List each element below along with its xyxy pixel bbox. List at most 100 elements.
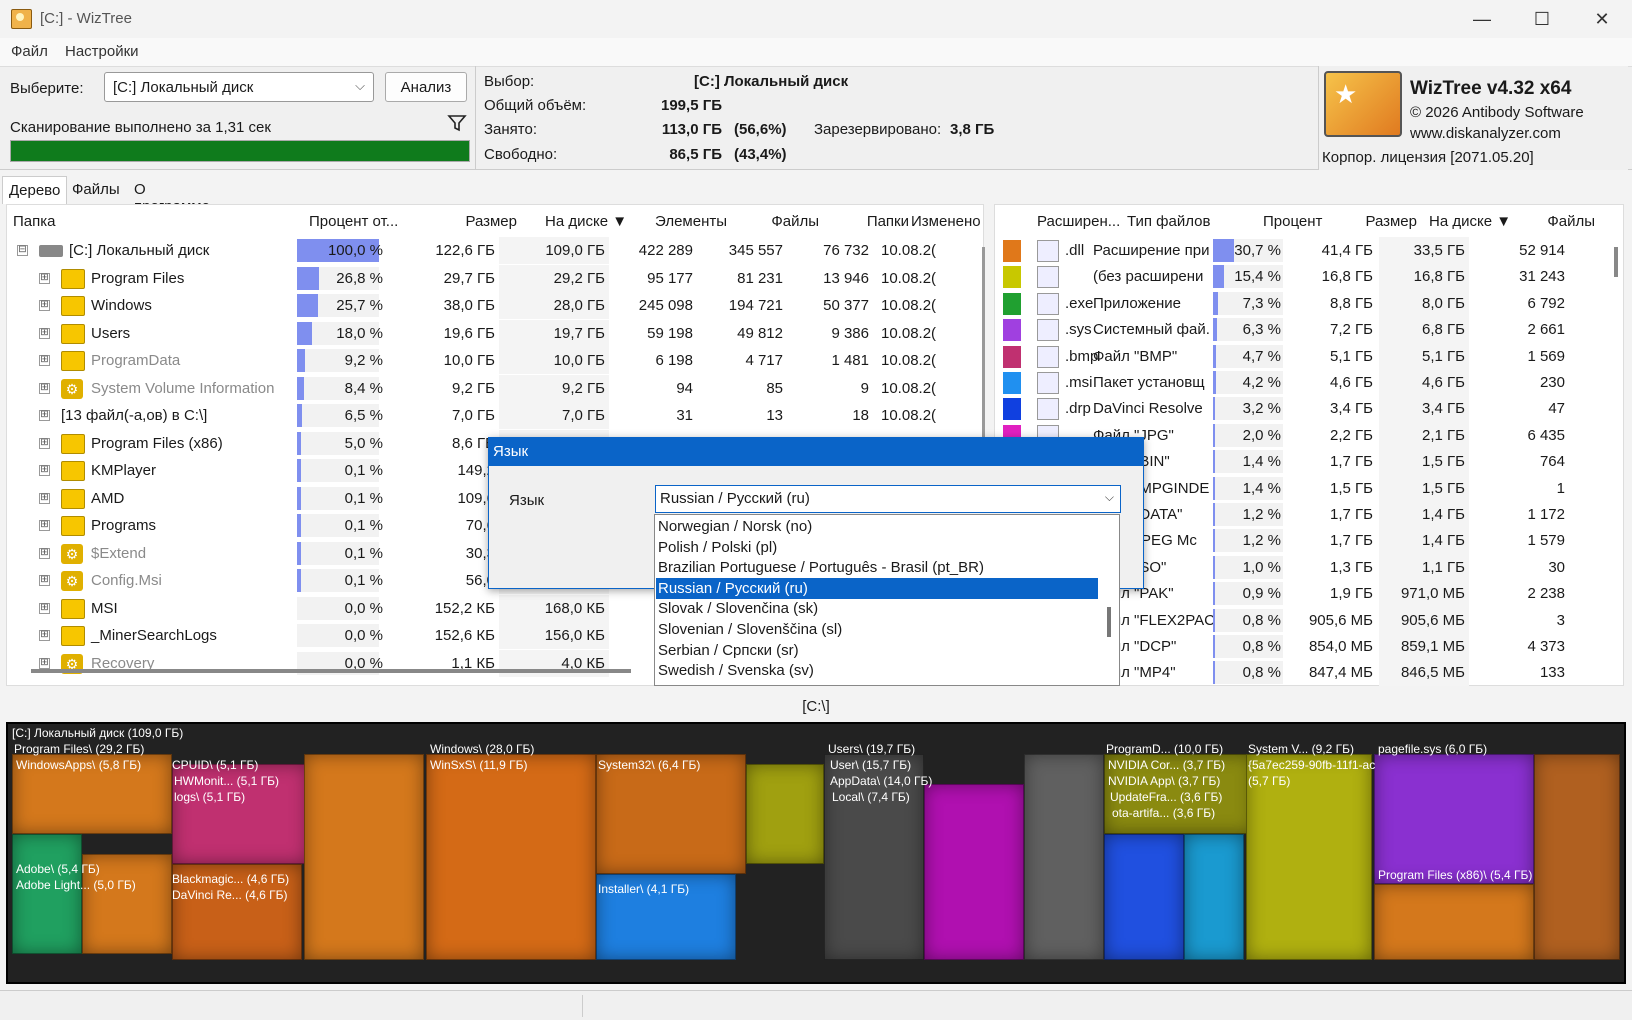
treemap-block[interactable] xyxy=(924,784,1024,960)
expand-icon[interactable]: ⊞ xyxy=(39,547,50,559)
expand-icon[interactable]: ⊞ xyxy=(39,465,50,476)
filter-button[interactable] xyxy=(444,110,470,136)
size-value: 5,1 ГБ xyxy=(1330,347,1373,365)
language-select[interactable]: Russian / Русский (ru) ⌵ xyxy=(655,485,1121,513)
table-row[interactable]: .msi Пакет установщ 4,2 % 4,6 ГБ 4,6 ГБ 230 xyxy=(995,369,1615,396)
table-row[interactable]: (без расширени 15,4 % 16,8 ГБ 16,8 ГБ 31 243 xyxy=(995,263,1615,291)
table-row[interactable]: ⊟ [C:] Локальный диск 100,0 % 122,6 ГБ 109,0… xyxy=(7,237,985,264)
expand-icon[interactable]: ⊟ xyxy=(17,245,28,256)
col-ext-on-disk[interactable]: На диске ▼ xyxy=(1429,213,1511,230)
treemap-block[interactable] xyxy=(426,754,596,960)
table-row[interactable]: ⊞ Users 18,0 % 19,6 ГБ 19,7 ГБ 59 198 49 812 9 … xyxy=(7,319,985,347)
analyze-button[interactable]: Анализ xyxy=(385,72,467,102)
treemap-view[interactable]: [C:] Локальный диск (109,0 ГБ) Program Fi… xyxy=(6,722,1626,984)
col-files[interactable]: Файлы xyxy=(727,213,819,230)
table-row[interactable]: .sys Системный фай. 6,3 % 7,2 ГБ 6,8 ГБ 2 661 xyxy=(995,316,1615,344)
treemap-block[interactable] xyxy=(746,764,824,864)
treemap-block[interactable] xyxy=(1534,754,1620,960)
table-row[interactable]: ⊞ Program Files 26,8 % 29,7 ГБ 29,2 ГБ 95 177… xyxy=(7,264,985,292)
table-row[interactable]: ⊞ Windows 25,7 % 38,0 ГБ 28,0 ГБ 245 098 194 7… xyxy=(7,292,985,319)
expand-icon[interactable]: ⊞ xyxy=(39,382,50,394)
col-size[interactable]: Размер xyxy=(425,213,517,230)
language-option[interactable]: Slovenian / Slovenščina (sl) xyxy=(656,619,1098,640)
expand-icon[interactable]: ⊞ xyxy=(39,520,50,531)
language-option[interactable]: Norwegian / Norsk (no) xyxy=(656,516,1098,537)
table-row[interactable]: ⊞ ⚙ System Volume Information 8,4 % 9,2 ГБ 9,… xyxy=(7,374,985,402)
treemap-block[interactable] xyxy=(1374,884,1534,960)
col-extension[interactable]: Расширен... xyxy=(1037,213,1120,230)
percent-value: 0,8 % xyxy=(1242,611,1281,629)
menu-file[interactable]: Файл xyxy=(11,43,48,60)
maximize-button[interactable]: ☐ xyxy=(1512,0,1572,38)
close-button[interactable]: ✕ xyxy=(1572,0,1632,38)
language-option[interactable]: Swedish / Svenska (sv) xyxy=(656,660,1098,681)
expand-icon[interactable]: ⊞ xyxy=(39,657,50,669)
table-row[interactable]: ⊞ ProgramData 9,2 % 10,0 ГБ 10,0 ГБ 6 198 4 71… xyxy=(7,347,985,374)
table-row[interactable]: ⊞ [13 файл(-а,ов) в C:\] 6,5 % 7,0 ГБ 7,0 ГБ… xyxy=(7,402,985,429)
ext-scrollbar[interactable] xyxy=(1614,247,1618,277)
expand-icon[interactable]: ⊞ xyxy=(39,272,50,284)
treemap-label: User\ (15,7 ГБ) xyxy=(830,758,912,772)
col-on-disk[interactable]: На диске ▼ xyxy=(545,213,627,230)
size-value: 152,6 КБ xyxy=(434,627,495,644)
wiztree-logo-icon[interactable] xyxy=(1324,71,1402,137)
treemap-block[interactable] xyxy=(12,834,82,954)
minimize-button[interactable]: — xyxy=(1452,0,1512,38)
file-type: DaVinci Resolve xyxy=(1093,400,1203,418)
files-value: 230 xyxy=(1539,374,1565,391)
treemap-block[interactable] xyxy=(1184,834,1244,960)
tab-tree[interactable]: Дерево xyxy=(2,176,68,204)
treemap-block[interactable] xyxy=(1024,754,1104,960)
table-row[interactable]: .dll Расширение при 30,7 % 41,4 ГБ 33,5 ГБ 52… xyxy=(995,237,1615,264)
treemap-block[interactable] xyxy=(596,754,746,874)
file-type: Пакет установщ xyxy=(1093,374,1205,391)
language-option[interactable]: Serbian / Српски (sr) xyxy=(656,640,1098,661)
language-option[interactable]: Slovak / Slovenčina (sk) xyxy=(656,598,1098,619)
color-swatch xyxy=(1003,266,1021,289)
status-bar xyxy=(0,990,1632,1020)
col-modified[interactable]: Изменено xyxy=(911,213,981,230)
expand-icon[interactable]: ⊞ xyxy=(39,630,50,641)
col-ext-size[interactable]: Размер xyxy=(1335,213,1417,230)
expand-icon[interactable]: ⊞ xyxy=(39,602,50,614)
table-row[interactable]: .bmp Файл "BMP" 4,7 % 5,1 ГБ 5,1 ГБ 1 569 xyxy=(995,342,1615,370)
tab-files[interactable]: Файлы xyxy=(66,176,126,204)
tab-about[interactable]: О программе xyxy=(128,176,216,215)
folder-name: [C:] Локальный диск xyxy=(69,242,210,259)
treemap-block[interactable] xyxy=(1374,754,1534,884)
treemap-label: DaVinci Re... (4,6 ГБ) xyxy=(172,888,288,902)
expand-icon[interactable]: ⊞ xyxy=(39,327,50,339)
size-value: 10,0 ГБ xyxy=(443,352,495,369)
language-option[interactable]: Polish / Polski (pl) xyxy=(656,537,1098,558)
website-link[interactable]: www.diskanalyzer.com xyxy=(1410,125,1561,142)
table-row[interactable]: .exe Приложение 7,3 % 8,8 ГБ 8,0 ГБ 6 792 xyxy=(995,289,1615,317)
table-row[interactable]: .drp DaVinci Resolve 3,2 % 3,4 ГБ 3,4 ГБ 47 xyxy=(995,395,1615,423)
expand-icon[interactable]: ⊞ xyxy=(39,492,50,504)
treemap-label: NVIDIA App\ (3,7 ГБ) xyxy=(1108,774,1221,788)
menu-settings[interactable]: Настройки xyxy=(65,43,139,60)
drive-select[interactable]: [C:] Локальный диск ⌵ xyxy=(104,72,374,102)
col-folders[interactable]: Папки xyxy=(819,213,909,230)
language-option[interactable]: Russian / Русский (ru) xyxy=(656,577,1098,599)
expand-icon[interactable]: ⊞ xyxy=(39,575,50,586)
extension: .sys xyxy=(1065,321,1092,339)
dropdown-scrollbar[interactable] xyxy=(1107,607,1111,637)
size-value: 149,2 xyxy=(457,462,495,479)
treemap-block[interactable] xyxy=(1104,834,1184,960)
col-file-type[interactable]: Тип файлов xyxy=(1127,213,1210,230)
expand-icon[interactable]: ⊞ xyxy=(39,410,50,421)
files-value: 49 812 xyxy=(737,324,783,342)
folder-icon xyxy=(61,323,85,344)
col-ext-files[interactable]: Файлы xyxy=(1515,213,1595,230)
treemap-block[interactable] xyxy=(304,754,424,960)
expand-icon[interactable]: ⊞ xyxy=(39,300,50,311)
treemap-label: Windows\ (28,0 ГБ) xyxy=(430,742,535,756)
expand-icon[interactable]: ⊞ xyxy=(39,355,50,366)
col-folder[interactable]: Папка xyxy=(13,213,55,230)
expand-icon[interactable]: ⊞ xyxy=(39,437,50,449)
col-ext-percent[interactable]: Процент xyxy=(1263,213,1322,230)
col-percent[interactable]: Процент от... xyxy=(309,213,398,230)
tree-hscrollbar[interactable] xyxy=(31,669,631,673)
col-items[interactable]: Элементы xyxy=(637,213,727,230)
language-option[interactable]: Brazilian Portuguese / Português - Brasi… xyxy=(656,557,1098,578)
